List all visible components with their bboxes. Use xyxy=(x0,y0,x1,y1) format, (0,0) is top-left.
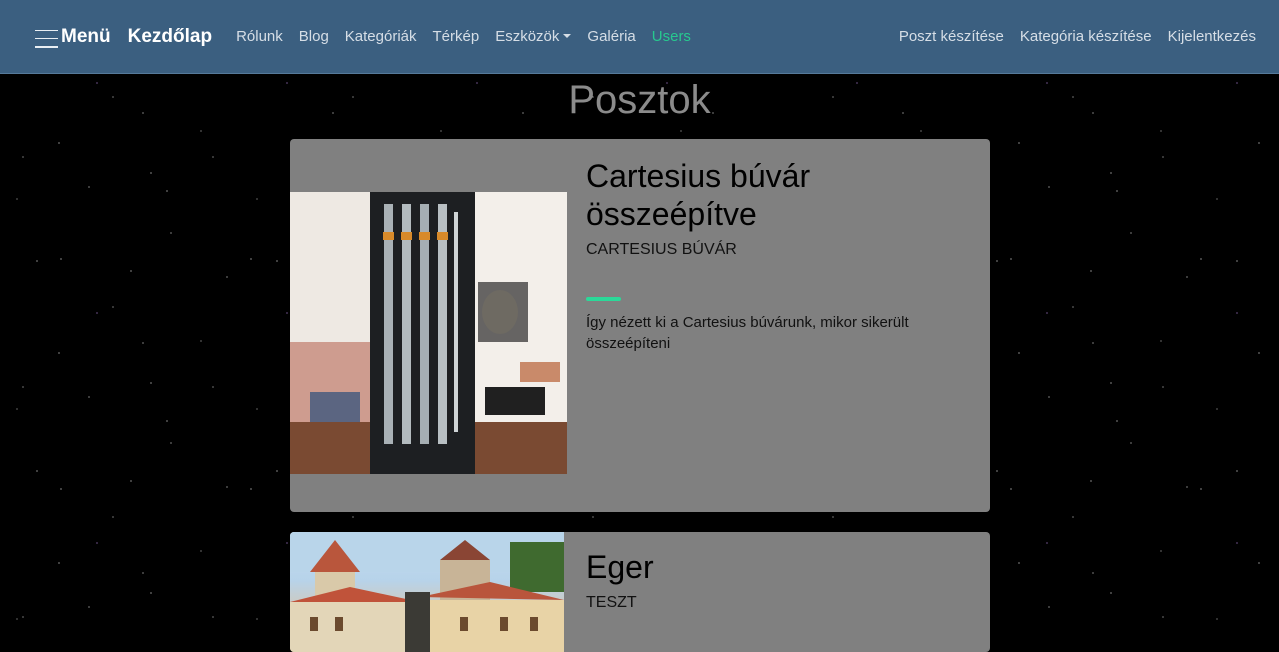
post-image[interactable] xyxy=(290,532,564,652)
eger-town-image xyxy=(290,532,564,652)
brand-group: Menü Kezdőlap xyxy=(35,26,212,48)
menu-toggle-button[interactable]: Menü xyxy=(35,26,111,48)
hamburger-icon xyxy=(35,29,58,48)
nav-links: Rólunk Blog Kategóriák Térkép Eszközök G… xyxy=(236,28,707,45)
post-title[interactable]: Cartesius búvár összeépítve xyxy=(586,157,946,233)
page-title: Posztok xyxy=(568,78,711,122)
nav-link-rolunk[interactable]: Rólunk xyxy=(236,28,283,45)
nav-link-kategoriak[interactable]: Kategóriák xyxy=(345,28,417,45)
nav-link-terkep[interactable]: Térkép xyxy=(433,28,480,45)
nav-dropdown-eszkozok-label: Eszközök xyxy=(495,28,560,45)
post-body: Eger TESZT xyxy=(586,548,946,612)
logout-link[interactable]: Kijelentkezés xyxy=(1168,28,1256,45)
post-title[interactable]: Eger xyxy=(586,548,946,586)
nav-dropdown-eszkozok[interactable]: Eszközök xyxy=(495,28,572,45)
nav-right-links: Poszt készítése Kategória készítése Kije… xyxy=(883,28,1256,45)
top-navbar: Menü Kezdőlap Rólunk Blog Kategóriák Tér… xyxy=(0,0,1279,74)
caret-down-icon xyxy=(563,34,572,38)
post-card[interactable]: Cartesius búvár összeépítve CARTESIUS BÚ… xyxy=(290,139,990,512)
create-category-link[interactable]: Kategória készítése xyxy=(1020,28,1152,45)
home-link[interactable]: Kezdőlap xyxy=(128,26,212,48)
post-body: Cartesius búvár összeépítve CARTESIUS BÚ… xyxy=(586,157,946,354)
accent-divider xyxy=(586,297,621,301)
post-category: CARTESIUS BÚVÁR xyxy=(586,241,737,258)
post-category: TESZT xyxy=(586,594,637,611)
post-image[interactable] xyxy=(290,192,567,474)
nav-link-users[interactable]: Users xyxy=(652,28,691,45)
create-post-link[interactable]: Poszt készítése xyxy=(899,28,1004,45)
post-excerpt: Így nézett ki a Cartesius búvárunk, miko… xyxy=(586,314,909,352)
nav-link-galeria[interactable]: Galéria xyxy=(587,28,635,45)
menu-label: Menü xyxy=(61,25,111,47)
nav-link-blog[interactable]: Blog xyxy=(299,28,329,45)
diver-apparatus-image xyxy=(290,192,567,474)
post-card[interactable]: Eger TESZT xyxy=(290,532,990,652)
